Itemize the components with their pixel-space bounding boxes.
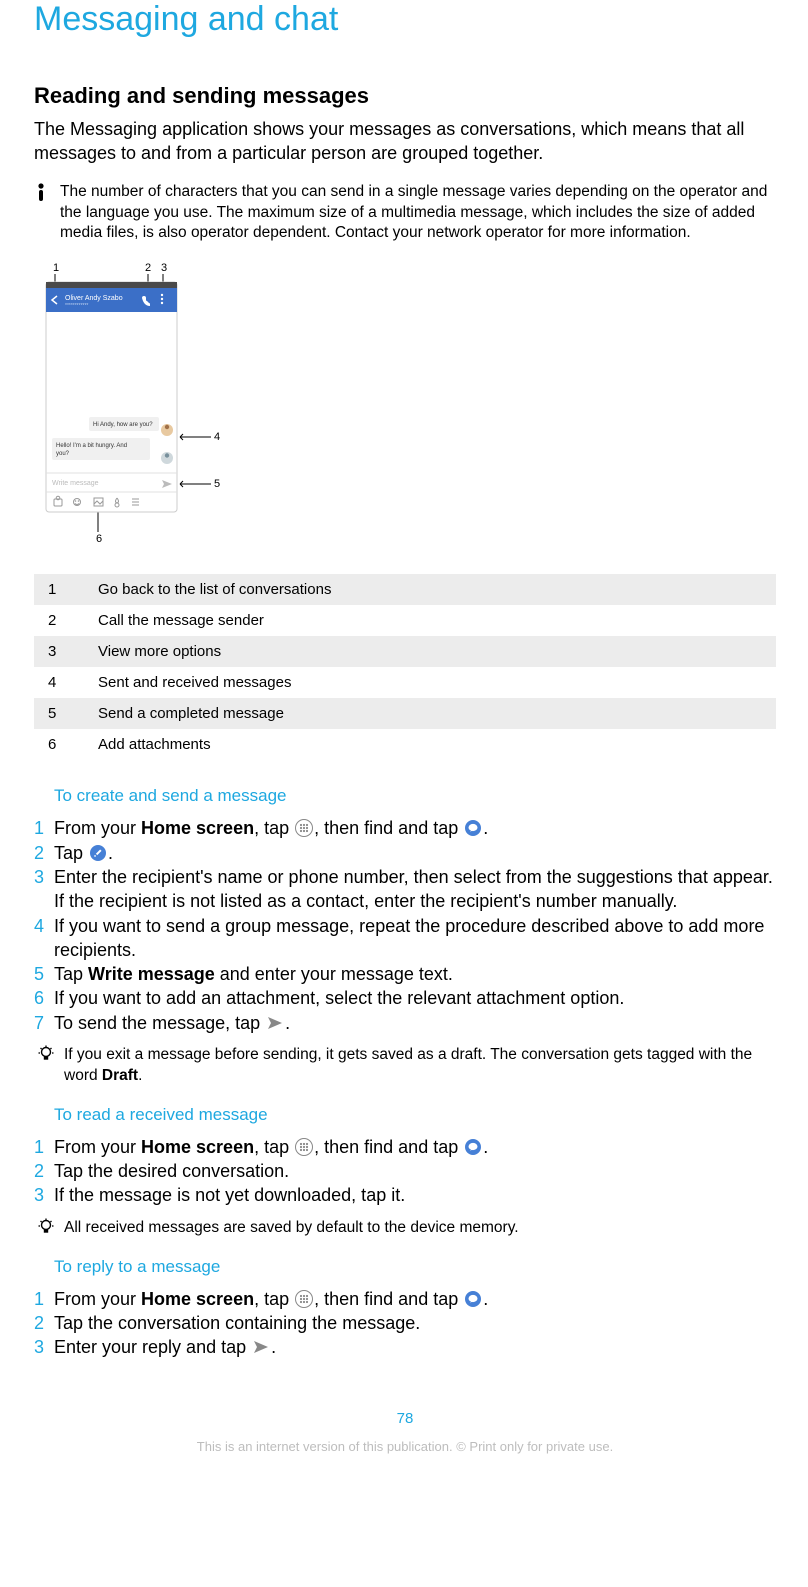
proc1-step6: If you want to add an attachment, select… (34, 986, 776, 1010)
proc3-step1: From your Home screen, tap , then find a… (34, 1287, 776, 1311)
messaging-icon (464, 1290, 482, 1308)
svg-text:you?: you? (56, 451, 70, 457)
bulb-icon (38, 1218, 54, 1239)
proc1-step1: From your Home screen, tap , then find a… (34, 816, 776, 840)
proc3-heading: To reply to a message (34, 1257, 776, 1277)
proc2-step1: From your Home screen, tap , then find a… (34, 1135, 776, 1159)
svg-text:Hello! I'm a bit hungry. And: Hello! I'm a bit hungry. And (56, 443, 127, 449)
proc1-steps: From your Home screen, tap , then find a… (34, 816, 776, 1035)
footer-text: This is an internet version of this publ… (34, 1439, 776, 1474)
send-icon (252, 1338, 270, 1356)
messaging-icon (464, 819, 482, 837)
proc1-step2: Tap . (34, 841, 776, 865)
apps-icon (295, 1290, 313, 1308)
svg-text:6: 6 (96, 533, 102, 545)
proc2-steps: From your Home screen, tap , then find a… (34, 1135, 776, 1208)
svg-text:3: 3 (161, 262, 167, 274)
warning-note: The number of characters that you can se… (34, 182, 776, 245)
proc3-steps: From your Home screen, tap , then find a… (34, 1287, 776, 1360)
page-title: Messaging and chat (34, 0, 776, 39)
svg-text:Hi Andy, how are you?: Hi Andy, how are you? (93, 422, 153, 428)
proc1-step3: Enter the recipient's name or phone numb… (34, 865, 776, 914)
proc3-step2: Tap the conversation containing the mess… (34, 1311, 776, 1335)
legend-row: 1Go back to the list of conversations (34, 574, 776, 605)
proc2-heading: To read a received message (34, 1105, 776, 1125)
proc3-step3: Enter your reply and tap . (34, 1335, 776, 1359)
proc1-step4: If you want to send a group message, rep… (34, 914, 776, 963)
warning-icon (34, 182, 48, 245)
page-number: 78 (34, 1410, 776, 1427)
proc1-tip: If you exit a message before sending, it… (34, 1045, 776, 1087)
proc2-step2: Tap the desired conversation. (34, 1159, 776, 1183)
legend-row: 2Call the message sender (34, 605, 776, 636)
compose-icon (89, 844, 107, 862)
messaging-icon (464, 1138, 482, 1156)
section-intro: The Messaging application shows your mes… (34, 117, 776, 166)
apps-icon (295, 819, 313, 837)
legend-row: 3View more options (34, 636, 776, 667)
legend-row: 6Add attachments (34, 729, 776, 760)
legend-row: 4Sent and received messages (34, 667, 776, 698)
warning-text: The number of characters that you can se… (60, 182, 776, 245)
proc1-step7: To send the message, tap . (34, 1011, 776, 1035)
proc2-tip: All received messages are saved by defau… (34, 1218, 776, 1239)
send-icon (266, 1014, 284, 1032)
svg-text:Write message: Write message (52, 480, 99, 487)
svg-text:1: 1 (53, 262, 59, 274)
svg-text:4: 4 (214, 431, 220, 443)
proc2-step3: If the message is not yet downloaded, ta… (34, 1183, 776, 1207)
screenshot-legend-table: 1Go back to the list of conversations 2C… (34, 574, 776, 760)
legend-row: 5Send a completed message (34, 698, 776, 729)
svg-text:Oliver Andy Szabo: Oliver Andy Szabo (65, 295, 123, 302)
svg-text:5: 5 (214, 478, 220, 490)
svg-text:************: ************ (65, 303, 88, 309)
proc1-heading: To create and send a message (34, 786, 776, 806)
apps-icon (295, 1138, 313, 1156)
bulb-icon (38, 1045, 54, 1087)
svg-text:2: 2 (145, 262, 151, 274)
section-heading: Reading and sending messages (34, 83, 776, 109)
proc1-step5: Tap Write message and enter your message… (34, 962, 776, 986)
phone-screenshot-figure: 1 2 3 4 5 6 Oliver Andy Szabo **********… (34, 262, 234, 550)
